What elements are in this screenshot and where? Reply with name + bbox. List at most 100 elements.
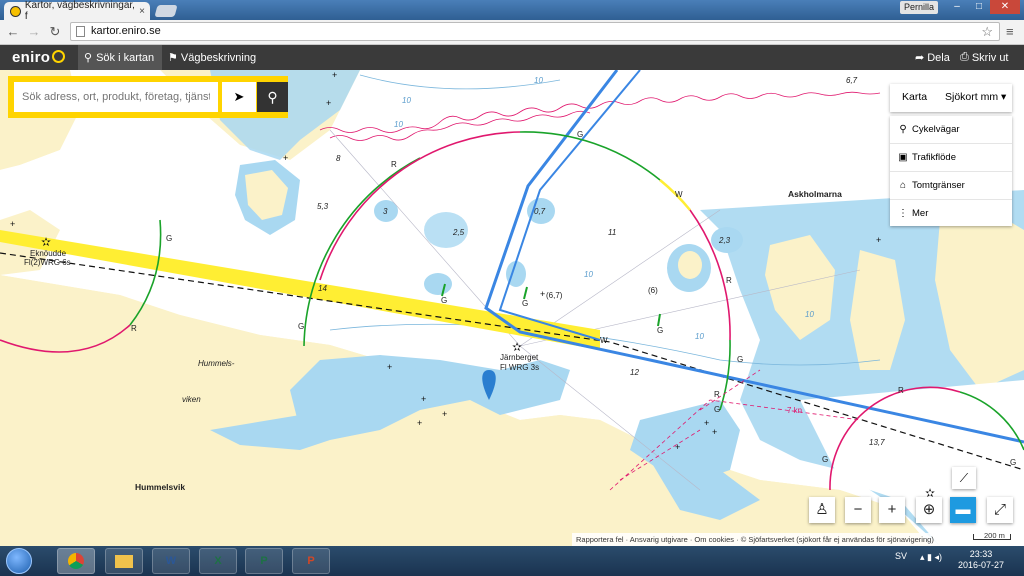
search-icon: ⚲: [84, 52, 93, 64]
depth-label: 14: [318, 284, 327, 293]
svg-text:+: +: [704, 418, 709, 428]
depth-label: 10: [394, 120, 403, 129]
share-label: Dela: [927, 51, 950, 64]
label-hummelsvik: Hummelsvik: [135, 482, 186, 492]
share-button[interactable]: ➦ Dela: [915, 45, 950, 70]
shoal-small: [424, 273, 452, 295]
fullscreen-icon[interactable]: ⤢: [987, 497, 1013, 523]
layer-item-traffic[interactable]: ▣ Trafikflöde: [890, 144, 1012, 172]
depth-label: 3: [383, 207, 388, 216]
new-tab-button[interactable]: [154, 5, 178, 17]
depth-label: 6,7: [846, 76, 858, 85]
depth-label: 10: [584, 270, 593, 279]
layer-label: Mer: [912, 208, 929, 219]
lighthouse-jarnberget-icon: ✫: [512, 340, 522, 354]
svg-text:+: +: [540, 289, 545, 299]
sea-chart-map[interactable]: ✫ ✫ ✫ + + + + + + + + + + + + + Eknöudde Fl(2)WR…: [0, 70, 1024, 546]
back-arrow-icon[interactable]: ←: [5, 24, 21, 40]
publisher-link[interactable]: Ansvarig utgivare: [630, 535, 688, 544]
elevation-chart-icon[interactable]: ⟋: [952, 467, 976, 489]
copyright-text: © Sjöfartsverket (sjökort får ej använda…: [740, 535, 934, 544]
depth-label: 0,7: [534, 207, 546, 216]
report-error-link[interactable]: Rapportera fel: [576, 535, 624, 544]
sector-letter: G: [1010, 458, 1017, 467]
tray-icons[interactable]: ▴ ▮ ◂): [920, 552, 942, 563]
layer-label: Tomtgränser: [912, 180, 965, 191]
label-hummels: Hummels-: [198, 359, 235, 368]
close-window-button[interactable]: ✕: [990, 0, 1020, 14]
tab-close-icon[interactable]: ×: [139, 6, 145, 17]
sector-letter: G: [714, 405, 721, 414]
sea-chart-dropdown[interactable]: Sjökort mm ▾: [945, 91, 1006, 103]
cookies-link[interactable]: Om cookies: [694, 535, 734, 544]
label-eknoudde: Eknöudde: [30, 249, 67, 258]
bookmark-star-icon[interactable]: ☆: [981, 23, 993, 40]
language-indicator[interactable]: SV: [895, 551, 907, 561]
depth-label: 13,7: [869, 438, 885, 447]
depth-label: (6): [648, 286, 658, 295]
eniro-logo[interactable]: eniro: [12, 49, 66, 66]
minimize-button[interactable]: –: [946, 0, 968, 14]
layer-item-plots[interactable]: ⌂ Tomtgränser: [890, 172, 1012, 200]
depth-label: 11: [608, 228, 617, 237]
chrome-app-icon[interactable]: [57, 548, 95, 574]
svg-text:+: +: [332, 70, 337, 80]
zoom-out-button[interactable]: −: [845, 497, 871, 523]
my-position-icon[interactable]: ⊕: [916, 497, 942, 523]
svg-text:+: +: [283, 153, 288, 163]
browser-tab-bar: Kartor, vägbeskrivningar, f × Pernilla –…: [0, 0, 1024, 22]
depth-label: 10: [534, 76, 543, 85]
layer-item-more[interactable]: ⋮ Mer: [890, 200, 1012, 227]
house-icon: ⌂: [899, 180, 907, 191]
svg-text:+: +: [10, 219, 15, 229]
browser-menu-icon[interactable]: ≡: [1006, 24, 1014, 39]
label-jarnberget: Järnberget: [500, 353, 539, 362]
search-input[interactable]: [14, 82, 218, 112]
depth-label: 2,3: [719, 236, 731, 245]
chevron-down-icon: ▾: [1001, 91, 1007, 103]
sector-letter: G: [298, 322, 305, 331]
measure-tool-icon[interactable]: ▬: [950, 497, 976, 523]
svg-text:+: +: [876, 235, 881, 245]
search-map-tab[interactable]: ⚲ Sök i kartan: [78, 45, 163, 70]
sector-letter: G: [822, 455, 829, 464]
sector-letter: R: [898, 386, 904, 395]
sea-chart-label: Sjökort mm: [945, 91, 999, 103]
layer-item-bicycle[interactable]: ⚲ Cykelvägar: [890, 116, 1012, 144]
maximize-button[interactable]: □: [968, 0, 990, 14]
print-label: Skriv ut: [971, 51, 1009, 64]
search-button[interactable]: ⚲: [257, 82, 288, 112]
map-layer-button[interactable]: Karta: [902, 91, 927, 103]
print-button[interactable]: ⎙ Skriv ut: [960, 45, 1009, 70]
svg-text:+: +: [417, 418, 422, 428]
sector-letter: G: [577, 130, 584, 139]
reload-icon[interactable]: ↻: [47, 24, 63, 40]
powerpoint-app-icon[interactable]: P: [292, 548, 330, 574]
sector-letter: R: [726, 276, 732, 285]
forward-arrow-icon[interactable]: →: [26, 24, 42, 40]
depth-label: 10: [695, 332, 704, 341]
sector-letter: G: [441, 296, 448, 305]
sector-letter: W: [600, 336, 608, 345]
excel-app-icon[interactable]: X: [199, 548, 237, 574]
route-tab[interactable]: ⚑ Vägbeskrivning: [168, 45, 256, 70]
share-arrow-icon: ➦: [915, 52, 925, 64]
map-canvas[interactable]: ✫ ✫ ✫ +++ +++ +++ +++ +: [0, 70, 1024, 546]
profile-button[interactable]: Pernilla: [900, 1, 938, 14]
file-explorer-icon[interactable]: [105, 548, 143, 574]
word-app-icon[interactable]: W: [152, 548, 190, 574]
search-panel: ➤ ⚲: [8, 76, 288, 118]
signpost-icon: ⚑: [168, 52, 178, 64]
project-app-icon[interactable]: P: [245, 548, 283, 574]
taskbar-clock[interactable]: 23:33 2016-07-27: [958, 549, 1004, 571]
label-jarnberget-light: Fl WRG 3s: [500, 363, 540, 372]
windows-start-icon[interactable]: [6, 548, 32, 574]
street-view-person-icon[interactable]: ♙: [809, 497, 835, 523]
url-input[interactable]: kartor.eniro.se ☆: [70, 22, 1000, 41]
browser-tab[interactable]: Kartor, vägbeskrivningar, f ×: [4, 0, 150, 22]
zoom-in-button[interactable]: +: [879, 497, 905, 523]
locate-me-icon[interactable]: ➤: [222, 82, 256, 112]
label-speed: 7 kn: [787, 406, 803, 415]
depth-label: (6,7): [546, 291, 563, 300]
clock-date: 2016-07-27: [958, 560, 1005, 570]
